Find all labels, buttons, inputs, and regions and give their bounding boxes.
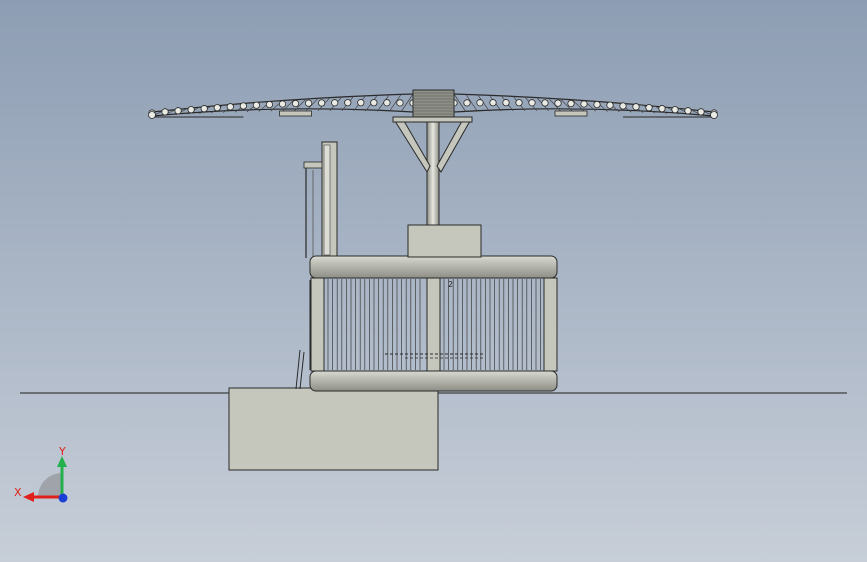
model-drawing: 2 Y X: [14, 89, 847, 503]
triad-y-label: Y: [58, 445, 66, 458]
canopy-hub: [412, 89, 455, 118]
central-column[interactable]: [426, 117, 440, 226]
canopy-roof[interactable]: [148, 89, 718, 119]
triad-icon: Y X: [14, 445, 68, 503]
cad-viewport[interactable]: 2 Y X: [0, 0, 867, 562]
foundation-block[interactable]: [228, 387, 439, 471]
part-marker: 2: [448, 280, 453, 289]
screen-gate[interactable]: 2: [309, 255, 558, 392]
triad-x-label: X: [14, 486, 22, 499]
gearbox[interactable]: [407, 224, 482, 258]
